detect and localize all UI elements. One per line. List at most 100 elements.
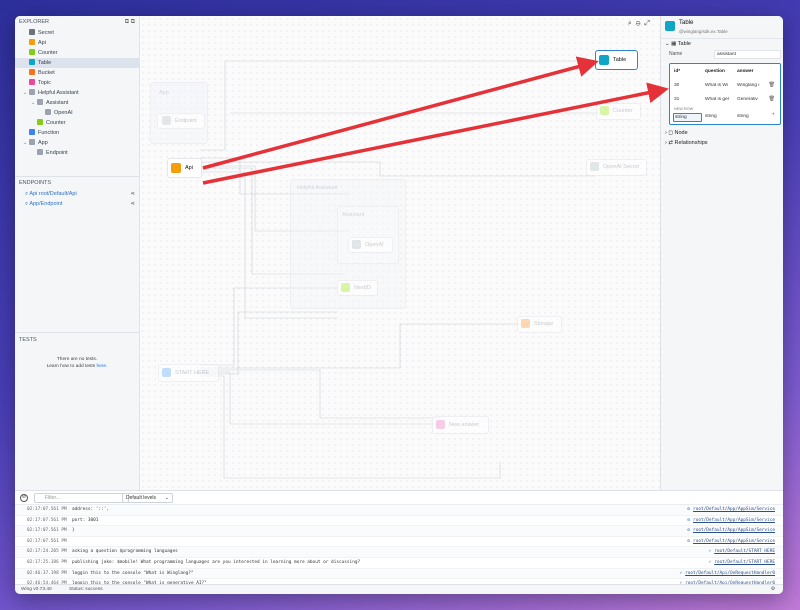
resource-icon: ⚡ xyxy=(708,549,712,555)
tree-item[interactable]: Counter xyxy=(15,118,139,128)
resource-icon xyxy=(29,59,35,65)
cell-id[interactable]: 30 xyxy=(674,83,679,88)
log-source-link[interactable]: ⚡ root/Default/START HERE xyxy=(709,547,775,557)
log-row: 02:17:07.561 PM port: 3001 ⚙ root/Default/A… xyxy=(15,516,783,527)
link-icon: ⌕ xyxy=(25,201,29,207)
tree-item[interactable]: ⌄ Helpful Assistant xyxy=(15,88,139,98)
add-row-icon[interactable]: + xyxy=(771,112,775,118)
log-source-link[interactable]: ⚙ root/Default/App/AppSim/Service xyxy=(687,516,775,526)
log-timestamp: 02:17:24.205 PM xyxy=(27,549,67,555)
log-timestamp: 02:17:07.561 PM xyxy=(27,528,67,534)
tree-item[interactable]: Topic xyxy=(15,78,139,88)
log-source-link[interactable]: ⚡root/Default/Api/OnRequestHandler0 xyxy=(679,569,775,579)
key-icon xyxy=(590,162,599,172)
explorer-tools[interactable]: ⧉ ⧉ xyxy=(125,16,135,28)
section-table-toggle[interactable]: ⌄ ▦ Table xyxy=(661,39,783,49)
table-icon xyxy=(599,54,609,65)
resource-icon: ⚙ xyxy=(687,538,691,544)
cell-answer[interactable]: Winglang i xyxy=(737,83,765,88)
tests-help-link[interactable]: here. xyxy=(96,364,107,369)
explorer-tree: Secret Api Counter Table Bucket Topic ⌄ Helpful… xyxy=(15,28,139,158)
log-source-link[interactable]: ⚙ root/Default/App/AppSim/Service xyxy=(687,505,775,515)
share-icon[interactable]: ⋖ xyxy=(130,199,135,209)
resource-icon xyxy=(29,79,35,85)
explorer-panel: EXPLORER ⧉ ⧉ Secret Api Counter Table Bucket… xyxy=(15,16,140,490)
nextid-node[interactable]: NextID xyxy=(337,280,378,296)
settings-icon[interactable]: ⚙ xyxy=(771,585,775,594)
cell-question[interactable]: What is ger xyxy=(705,97,735,102)
section-node-toggle[interactable]: › ◻ Node xyxy=(661,128,783,138)
tests-empty-message: There are no tests. Learn how to add tes… xyxy=(15,356,139,370)
new-row-id-input[interactable]: string xyxy=(673,113,702,122)
tree-item-label: Secret xyxy=(38,30,54,36)
col-header-answer[interactable]: answer xyxy=(737,69,754,74)
log-timestamp: 02:17:07.561 PM xyxy=(27,507,67,512)
openai-secret-node[interactable]: OpenAI Secret xyxy=(586,159,647,176)
section-relationships-toggle[interactable]: › ⇄ Relationships xyxy=(661,138,783,148)
endpoint-item-app[interactable]: ⌕ App/Endpoint ⋖ xyxy=(15,199,139,209)
inspector-panel: Table @winglang/sdk.ex.Table ⌄ ▦ Table N… xyxy=(660,16,783,490)
resource-icon xyxy=(29,139,35,145)
table-node-label: Table xyxy=(613,57,627,63)
endpoint-node[interactable]: Endpoint xyxy=(157,113,205,129)
filter-input[interactable]: Filter... xyxy=(34,493,129,503)
log-source-link[interactable]: ⚙ root/Default/App/AppSim/Service xyxy=(687,526,775,536)
tree-item[interactable]: Counter xyxy=(15,48,139,58)
inspector-header: Table @winglang/sdk.ex.Table xyxy=(661,16,783,39)
topic-icon xyxy=(436,420,445,430)
tree-item[interactable]: Secret xyxy=(15,28,139,38)
col-header-question[interactable]: question xyxy=(705,69,725,74)
diagram-canvas[interactable]: ⌕⊖⤢ App Endpoint Table Counter Api OpenA… xyxy=(140,16,660,490)
log-source-link[interactable]: ⚡ root/Default/START HERE xyxy=(709,558,775,568)
resource-icon xyxy=(29,29,35,35)
trash-icon[interactable]: 🗑 xyxy=(769,82,775,88)
share-icon[interactable]: ⋖ xyxy=(130,189,135,199)
clear-icon[interactable]: ⊘ xyxy=(20,494,28,502)
openai-node[interactable]: OpenAI xyxy=(348,237,393,253)
new-row-label: NEW ROW xyxy=(674,107,694,111)
resource-icon: ⚙ xyxy=(687,517,691,523)
tests-empty-line2: Learn how to add tests xyxy=(46,364,96,369)
assistant-group[interactable]: Assistant OpenAI xyxy=(337,206,399,264)
cell-answer[interactable]: Generativ xyxy=(737,97,765,102)
tree-item[interactable]: Bucket xyxy=(15,68,139,78)
storage-node[interactable]: Storage xyxy=(517,316,562,333)
api-node[interactable]: Api xyxy=(167,158,202,178)
new-answer-node[interactable]: New answer xyxy=(432,416,489,434)
log-source-label: root/Default/Api/OnRequestHandler0 xyxy=(685,570,775,576)
cell-question[interactable]: What is Wi xyxy=(705,83,735,88)
tree-item[interactable]: Api xyxy=(15,38,139,48)
counter-node[interactable]: Counter xyxy=(596,103,641,120)
chevron-right-icon: › xyxy=(665,130,667,136)
new-row-question-input[interactable]: string xyxy=(705,114,717,119)
resource-icon: ⚡ xyxy=(679,570,683,576)
col-header-id[interactable]: id* xyxy=(674,69,680,74)
function-icon xyxy=(162,368,171,378)
start-here-node[interactable]: START HERE xyxy=(158,364,219,382)
tree-item[interactable]: ⌄ App xyxy=(15,138,139,148)
level-select[interactable]: Default levels ⌄ xyxy=(122,493,173,503)
tree-item[interactable]: Table xyxy=(15,58,139,68)
table-node[interactable]: Table xyxy=(595,50,638,70)
resource-icon: ⚙ xyxy=(687,507,691,512)
helpful-assistant-group[interactable]: Helpful Assistant Assistant OpenAI NextI… xyxy=(290,179,406,309)
cell-id[interactable]: 31 xyxy=(674,97,679,102)
tree-item[interactable]: ⌄ Assistant xyxy=(15,98,139,108)
tree-item-label: Helpful Assistant xyxy=(38,90,79,96)
new-row-answer-input[interactable]: string xyxy=(737,114,749,119)
name-value: assistant xyxy=(714,50,781,59)
tree-item[interactable]: OpenAI xyxy=(15,108,139,118)
name-label: Name xyxy=(669,51,683,57)
log-source-link[interactable]: ⚙ root/Default/App/AppSim/Service xyxy=(687,537,775,547)
log-source-label: root/Default/App/AppSim/Service xyxy=(693,528,775,534)
storage-node-label: Storage xyxy=(534,321,554,327)
nextid-node-label: NextID xyxy=(354,285,371,291)
table-data-grid[interactable]: id* question answer 30 What is Wi Wingla… xyxy=(669,63,781,125)
endpoint-item-api[interactable]: ⌕ Api root/Default/Api ⋖ xyxy=(15,189,139,199)
app-group[interactable]: App Endpoint xyxy=(150,82,208,144)
trash-icon[interactable]: 🗑 xyxy=(769,96,775,102)
tree-item[interactable]: Function xyxy=(15,128,139,138)
tree-item[interactable]: Endpoint xyxy=(15,148,139,158)
log-list: 02:17:07.561 PM address: '::', ⚙ root/Defau… xyxy=(15,505,783,590)
counter-node-label: Counter xyxy=(613,108,633,114)
